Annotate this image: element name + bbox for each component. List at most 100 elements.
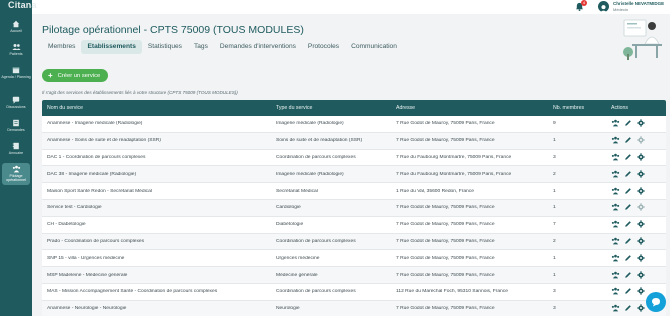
table-row[interactable]: DAC 1 - Coordination de parcours complex… bbox=[42, 149, 666, 167]
cell-nom: MAS - Mission Accompagnement Santé - Coo… bbox=[47, 289, 218, 295]
cell-nom: Anamnese - Neurologie - Neurologie bbox=[47, 306, 127, 312]
edit-icon[interactable] bbox=[624, 119, 633, 128]
edit-icon[interactable] bbox=[624, 287, 633, 296]
sidebar-item-label: Demandes bbox=[7, 128, 25, 132]
row-actions bbox=[607, 153, 666, 162]
settings-icon[interactable] bbox=[637, 304, 646, 313]
table-row[interactable]: MAS - Mission Accompagnement Santé - Coo… bbox=[42, 283, 666, 301]
settings-icon[interactable] bbox=[637, 254, 646, 263]
members-icon[interactable] bbox=[611, 119, 620, 128]
avatar[interactable] bbox=[598, 1, 609, 13]
services-table: Nom du service Type du service Adresse N… bbox=[42, 100, 666, 316]
settings-icon[interactable] bbox=[637, 153, 646, 162]
cell-nom: Anamnese - Imagerie médicale (Radiologie… bbox=[47, 121, 143, 127]
cell-type: Neurologie bbox=[276, 306, 300, 312]
settings-icon[interactable] bbox=[637, 170, 646, 179]
members-icon[interactable] bbox=[611, 287, 620, 296]
cell-nom: CH - Diabétologie bbox=[47, 222, 86, 228]
settings-icon[interactable] bbox=[637, 203, 646, 212]
settings-icon[interactable] bbox=[637, 186, 646, 196]
edit-icon[interactable] bbox=[624, 136, 633, 145]
cell-nom: Anamnese - Soins de suite et de réadapta… bbox=[47, 138, 161, 144]
table-row[interactable]: CH - Diabétologie Diabétologie 7 Rue Godot… bbox=[42, 216, 666, 234]
edit-icon[interactable] bbox=[624, 220, 633, 229]
tab-bar: Membres Etablissements Statistiques Tags… bbox=[42, 40, 403, 54]
tab-membres[interactable]: Membres bbox=[42, 40, 81, 54]
cell-membres: 1 bbox=[553, 188, 556, 194]
sidebar-item-label: Pilotage opérationnel bbox=[6, 174, 26, 182]
table-row[interactable]: Service test - Cardiologie Cardiologie 7 R… bbox=[42, 199, 666, 217]
row-actions bbox=[607, 237, 666, 246]
tab-tags[interactable]: Tags bbox=[188, 40, 214, 54]
edit-icon[interactable] bbox=[624, 254, 633, 263]
user-icon bbox=[599, 5, 608, 13]
members-icon[interactable] bbox=[611, 170, 620, 179]
sidebar-item-label: Patients bbox=[9, 52, 23, 56]
edit-icon[interactable] bbox=[624, 170, 633, 179]
members-icon[interactable] bbox=[611, 271, 620, 280]
chat-button[interactable] bbox=[646, 292, 666, 312]
members-icon[interactable] bbox=[611, 220, 620, 229]
table-row[interactable]: Anamnese - Imagerie médicale (Radiologie… bbox=[42, 116, 666, 133]
cell-type: Médecine générale bbox=[276, 272, 318, 278]
table-row[interactable]: MSP Madeleine - Médecine générale Médecin… bbox=[42, 267, 666, 284]
tab-statistiques[interactable]: Statistiques bbox=[142, 40, 188, 54]
sidebar-item-discussions[interactable]: Discussions bbox=[0, 96, 32, 109]
sidebar-item-label: Annuaire bbox=[8, 151, 24, 155]
tab-etablissements[interactable]: Etablissements bbox=[81, 40, 142, 54]
cell-nom: SNP 15 - villa - Urgences médecine bbox=[47, 255, 125, 261]
table-row[interactable]: SNP 15 - villa - Urgences médecine Urgenc… bbox=[42, 250, 666, 268]
user-name[interactable]: Christelle NEVATMIDGE bbox=[613, 1, 664, 6]
cell-membres: 1 bbox=[553, 255, 556, 261]
table-row[interactable]: Maison Sport Santé Redon - Secrétariat M… bbox=[42, 183, 666, 200]
settings-icon[interactable] bbox=[637, 237, 646, 246]
members-icon[interactable] bbox=[611, 136, 620, 145]
edit-icon[interactable] bbox=[624, 304, 633, 313]
create-service-button[interactable]: + Créer un service bbox=[42, 69, 108, 82]
edit-icon[interactable] bbox=[624, 271, 633, 280]
members-icon[interactable] bbox=[611, 203, 620, 212]
cell-membres: 3 bbox=[553, 306, 556, 312]
table-row[interactable]: Anamnese - Soins de suite et de réadapta… bbox=[42, 132, 666, 150]
settings-icon[interactable] bbox=[637, 270, 646, 280]
table-row[interactable]: Prado - Coordination de parcours complex… bbox=[42, 233, 666, 251]
tab-demandes-interventions[interactable]: Demandes d'interventions bbox=[214, 40, 302, 54]
edit-icon[interactable] bbox=[624, 153, 633, 162]
cell-membres: 3 bbox=[553, 154, 556, 160]
members-icon[interactable] bbox=[611, 254, 620, 263]
create-service-label: Créer un service bbox=[57, 72, 101, 79]
sidebar-item-patients[interactable]: Patients bbox=[0, 43, 32, 56]
edit-icon[interactable] bbox=[624, 187, 633, 196]
table-row[interactable]: DAC 38 - Imagerie médicale (Radiologie) I… bbox=[42, 166, 666, 184]
edit-icon[interactable] bbox=[624, 237, 633, 246]
header-type: Type du service bbox=[276, 105, 313, 111]
cell-adresse: 7 Rue Godot de Mauroy, 75009 Paris, Fran… bbox=[396, 238, 495, 244]
cell-membres: 2 bbox=[553, 238, 556, 244]
members-icon[interactable] bbox=[611, 153, 620, 162]
settings-icon[interactable] bbox=[637, 136, 646, 145]
sidebar-item-accueil[interactable]: Accueil bbox=[0, 20, 32, 33]
settings-icon[interactable] bbox=[637, 119, 646, 128]
settings-icon[interactable] bbox=[637, 287, 646, 296]
members-icon[interactable] bbox=[611, 304, 620, 313]
row-actions bbox=[607, 220, 666, 229]
members-icon[interactable] bbox=[611, 237, 620, 246]
sidebar-item-pilotage[interactable]: Pilotage opérationnel bbox=[2, 163, 30, 185]
members-icon[interactable] bbox=[611, 187, 620, 196]
sidebar-item-demandes[interactable]: Demandes bbox=[0, 119, 32, 132]
edit-icon[interactable] bbox=[624, 203, 633, 212]
tab-communication[interactable]: Communication bbox=[345, 40, 403, 54]
cell-type: Diabétologie bbox=[276, 222, 304, 228]
sidebar-item-annuaire[interactable]: Annuaire bbox=[0, 142, 32, 155]
row-actions bbox=[607, 270, 666, 280]
cell-membres: 1 bbox=[553, 138, 556, 144]
settings-icon[interactable] bbox=[637, 220, 646, 229]
cell-type: Imagerie médicale (Radiologie) bbox=[276, 121, 344, 127]
home-icon bbox=[12, 20, 20, 28]
cell-adresse: 112 Rue du Maréchal Foch, 95310 Sannois,… bbox=[396, 289, 508, 295]
sidebar-item-agenda[interactable]: Agenda / Planning bbox=[0, 66, 32, 79]
table-row[interactable]: Anamnese - Neurologie - Neurologie Neurol… bbox=[42, 300, 666, 316]
cell-adresse: 7 Rue Godot de Mauroy, 75009 Paris, Fran… bbox=[396, 205, 495, 211]
cell-adresse: 7 Rue du Faubourg Montmartre, 75009 Pari… bbox=[396, 154, 512, 160]
tab-protocoles[interactable]: Protocoles bbox=[302, 40, 345, 54]
